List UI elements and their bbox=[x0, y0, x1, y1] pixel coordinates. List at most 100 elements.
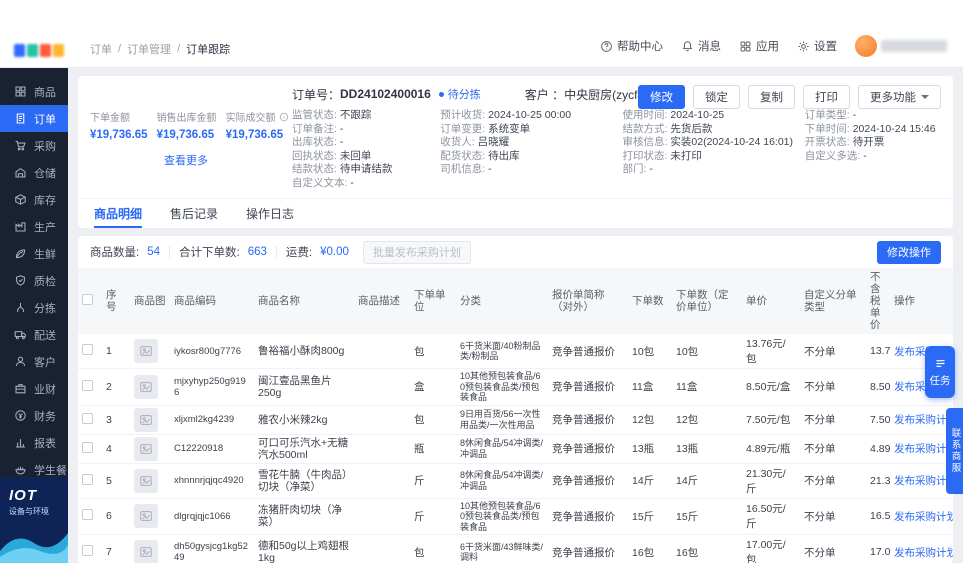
sidebar-item-warehouse[interactable]: 仓储 bbox=[0, 159, 68, 186]
customer-label: 客户 ： bbox=[524, 87, 565, 102]
messages-link[interactable]: 消息 bbox=[681, 38, 721, 54]
settings-link[interactable]: 设置 bbox=[797, 38, 837, 54]
edit-operation-button[interactable]: 修改操作 bbox=[877, 240, 941, 264]
sidebar-item-label: 采购 bbox=[34, 140, 56, 153]
sidebar-item-sorting[interactable]: 分拣 bbox=[0, 294, 68, 321]
topbar: 订单 / 订单管理 / 订单跟踪 帮助中心 消息 应用 设置 bbox=[0, 0, 963, 68]
order-total-label: 合计下单数: bbox=[179, 247, 240, 259]
details-column-4: 订单类型: - 下单时间: 2024-10-24 15:46 开票状态: 待开票 自定… bbox=[804, 109, 936, 162]
product-code: mjxyhyp250g9196 bbox=[170, 368, 254, 406]
sidebar-item-fresh[interactable]: 生鲜 bbox=[0, 240, 68, 267]
publish-purchase-plan-link[interactable]: 发布采购计划 bbox=[894, 414, 953, 426]
sidebar-item-inventory[interactable]: 库存 bbox=[0, 186, 68, 213]
product-image[interactable] bbox=[134, 540, 158, 563]
sidebar-item-production[interactable]: 生产 bbox=[0, 213, 68, 240]
product-code: C12220918 bbox=[170, 434, 254, 464]
breadcrumb: 订单 / 订单管理 / 订单跟踪 bbox=[90, 41, 230, 57]
product-desc bbox=[354, 534, 410, 563]
breadcrumb-separator: / bbox=[118, 43, 122, 55]
sidebar-item-finance[interactable]: 财务 bbox=[0, 402, 68, 429]
image-icon bbox=[140, 414, 152, 425]
settings-label: 设置 bbox=[814, 41, 837, 53]
copy-button[interactable]: 复制 bbox=[748, 85, 795, 109]
row-checkbox[interactable] bbox=[82, 509, 93, 521]
product-desc bbox=[354, 368, 410, 406]
more-functions-button[interactable]: 更多功能 bbox=[858, 85, 941, 109]
logo-bar bbox=[14, 44, 25, 57]
apps-link[interactable]: 应用 bbox=[739, 38, 779, 54]
sidebar-item-purchase[interactable]: 采购 bbox=[0, 132, 68, 159]
sidebar-item-qc[interactable]: 质检 bbox=[0, 267, 68, 294]
logo-bar bbox=[53, 44, 64, 57]
metric-outbound-amount: 销售出库金额 ¥19,736.65 bbox=[156, 113, 217, 141]
tab-product-detail[interactable]: 商品明细 bbox=[94, 199, 143, 228]
row-checkbox[interactable] bbox=[82, 545, 93, 556]
product-image[interactable] bbox=[134, 436, 158, 461]
print-button[interactable]: 打印 bbox=[803, 85, 850, 109]
image-icon bbox=[140, 475, 152, 486]
sidebar-item-label: 质检 bbox=[34, 275, 56, 288]
product-image[interactable] bbox=[134, 504, 158, 529]
sidebar-item-label: 生鲜 bbox=[34, 248, 56, 261]
help-center-label: 帮助中心 bbox=[617, 41, 663, 53]
help-center-link[interactable]: 帮助中心 bbox=[600, 38, 663, 54]
view-more-link[interactable]: 查看更多 bbox=[90, 152, 282, 168]
warehouse-icon bbox=[15, 167, 26, 178]
col-qty-pricing-unit: 下单数（定价单位） bbox=[672, 268, 742, 334]
product-name: 雅农小米辣2kg bbox=[254, 405, 354, 435]
product-name: 德和50g以上鸡翅根1kg bbox=[254, 534, 354, 563]
document-icon bbox=[16, 113, 25, 124]
lock-button[interactable]: 锁定 bbox=[693, 85, 740, 109]
product-desc bbox=[354, 405, 410, 435]
product-image[interactable] bbox=[134, 407, 158, 432]
contact-service-tab[interactable]: 联系商服 bbox=[946, 408, 963, 494]
row-checkbox[interactable] bbox=[82, 473, 93, 485]
sidebar-item-reports[interactable]: 报表 bbox=[0, 429, 68, 456]
select-all-checkbox[interactable] bbox=[82, 294, 93, 305]
order-body: 下单金额 ¥19,736.65 销售出库金额 ¥19,736.65 实际成交额 … bbox=[90, 109, 941, 190]
publish-purchase-plan-link[interactable]: 发布采购计划 bbox=[894, 511, 953, 523]
breadcrumb-item[interactable]: 订单管理 bbox=[127, 41, 171, 57]
edit-button[interactable]: 修改 bbox=[638, 85, 685, 109]
publish-purchase-plan-link[interactable]: 发布采购计划 bbox=[894, 475, 953, 487]
tab-aftersale-records[interactable]: 售后记录 bbox=[170, 199, 218, 228]
iot-brand-sub: 设备与环境 bbox=[9, 507, 49, 516]
metric-value: ¥19,736.65 bbox=[90, 129, 148, 141]
publish-purchase-plan-link[interactable]: 发布采购计划 bbox=[894, 547, 953, 559]
product-name: 可口可乐汽水+无糖汽水500ml bbox=[254, 434, 354, 464]
freight-label: 运费: bbox=[285, 247, 313, 259]
user-menu[interactable] bbox=[855, 35, 947, 57]
product-name: 闽江壹品黑鱼片250g bbox=[254, 368, 354, 406]
order-no-label: 订单号： bbox=[292, 87, 341, 102]
factory-icon bbox=[15, 222, 26, 232]
task-float-button[interactable]: 任务 bbox=[925, 346, 955, 398]
details-column-3: 使用时间: 2024-10-25 结款方式: 先货后款 审核信息: 实装02(2024… bbox=[622, 109, 793, 175]
row-checkbox[interactable] bbox=[82, 412, 93, 424]
product-image[interactable] bbox=[134, 468, 158, 493]
sidebar-item-label: 订单 bbox=[34, 113, 56, 126]
product-count-label: 商品数量: bbox=[90, 247, 140, 259]
row-checkbox[interactable] bbox=[82, 344, 93, 355]
sidebar-item-orders[interactable]: 订单 bbox=[0, 105, 68, 132]
batch-publish-purchase-plan-button[interactable]: 批量发布采购计划 bbox=[362, 240, 471, 264]
col-price: 单价 bbox=[742, 268, 800, 334]
row-checkbox[interactable] bbox=[82, 379, 93, 391]
sidebar-item-delivery[interactable]: 配送 bbox=[0, 321, 68, 348]
product-image[interactable] bbox=[134, 374, 158, 399]
product-category: 8休闲食品/54冲调类/冲调品 bbox=[456, 434, 548, 464]
tab-operation-log[interactable]: 操作日志 bbox=[246, 199, 294, 228]
breadcrumb-item[interactable]: 订单 bbox=[90, 41, 112, 57]
wave-graphic bbox=[0, 533, 68, 563]
sidebar-item-goods[interactable]: 商品 bbox=[0, 78, 68, 105]
publish-purchase-plan-link[interactable]: 发布采购计划 bbox=[894, 443, 953, 455]
product-name: 鲁裕福小酥肉800g bbox=[254, 334, 354, 369]
avatar[interactable] bbox=[855, 35, 877, 57]
sidebar-item-customers[interactable]: 客户 bbox=[0, 348, 68, 375]
col-actions: 操作 bbox=[890, 268, 953, 334]
gear-icon bbox=[798, 40, 809, 52]
row-checkbox[interactable] bbox=[82, 441, 93, 453]
product-image[interactable] bbox=[134, 339, 158, 363]
sidebar-item-bizfinance[interactable]: 业财 bbox=[0, 375, 68, 402]
help-icon bbox=[601, 40, 612, 52]
sidebar: 商品 订单 采购 仓储 库存 生产 生鲜 质检 分拣 配送 客户 业财 财务 报… bbox=[0, 68, 68, 563]
